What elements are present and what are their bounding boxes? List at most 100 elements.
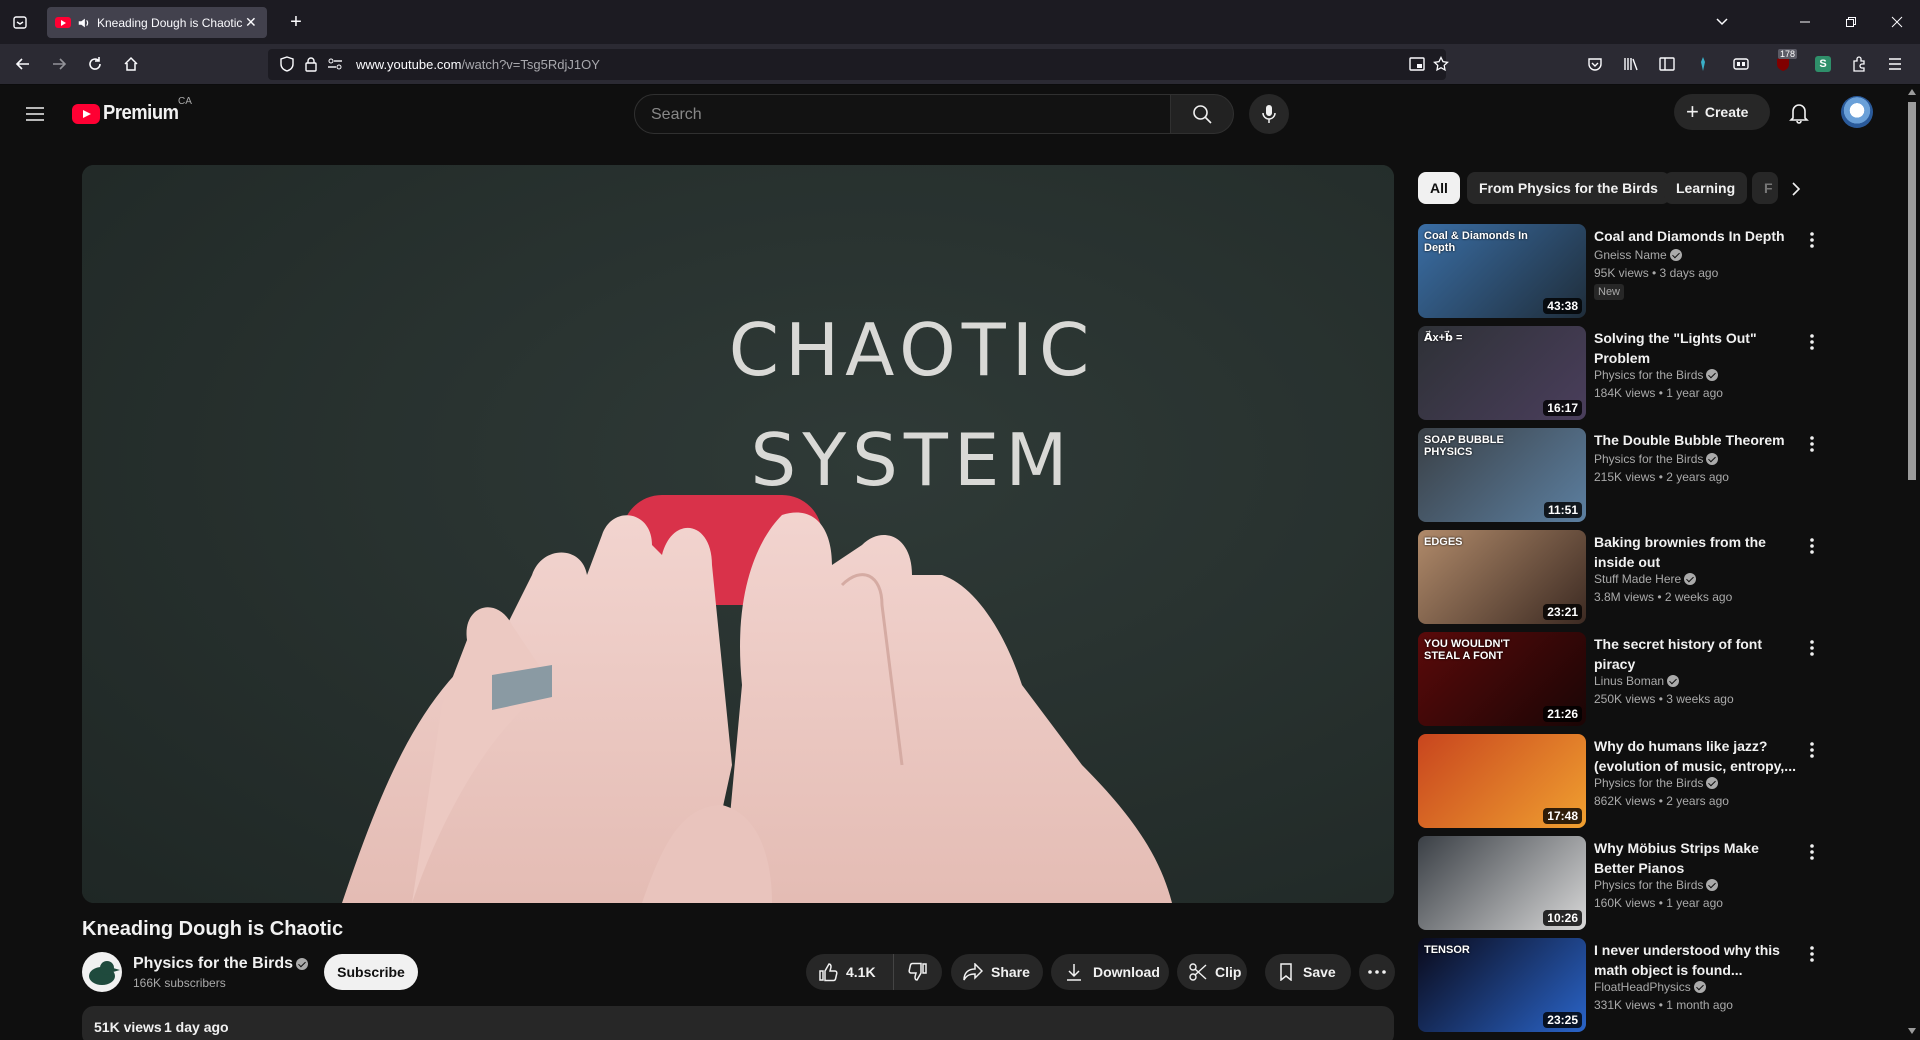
- url-bar[interactable]: www.youtube.com/watch?v=Tsg5RdjJ1OY: [268, 49, 1449, 80]
- recommendation-title[interactable]: Baking brownies from the inside out: [1594, 532, 1802, 572]
- bookmark-star-icon[interactable]: [1428, 51, 1454, 77]
- close-tab-icon[interactable]: ✕: [245, 14, 257, 31]
- chip-from-channel[interactable]: From Physics for the Birds: [1467, 172, 1670, 204]
- recommendation-title[interactable]: Coal and Diamonds In Depth: [1594, 226, 1802, 246]
- recommendation-channel[interactable]: Gneiss Name: [1594, 248, 1682, 262]
- recommendation-item[interactable]: 10:26 Why Möbius Strips Make Better Piano…: [1418, 836, 1898, 930]
- create-button[interactable]: + Create: [1674, 94, 1770, 130]
- description-box[interactable]: 51K views 1 day ago: [82, 1006, 1394, 1040]
- video-thumbnail[interactable]: Coal & Diamonds In Depth 43:38: [1418, 224, 1586, 318]
- video-thumbnail[interactable]: A⃗x+b⃗ = 16:17: [1418, 326, 1586, 420]
- scroll-down-arrow[interactable]: [1908, 1028, 1916, 1034]
- app-menu-icon[interactable]: [1882, 51, 1908, 77]
- active-tab[interactable]: Kneading Dough is Chaotic ✕: [47, 7, 267, 38]
- recommendation-title[interactable]: Solving the "Lights Out" Problem: [1594, 328, 1802, 368]
- new-tab-icon[interactable]: +: [283, 9, 309, 35]
- view-count: 51K views: [94, 1019, 162, 1035]
- recommendation-item[interactable]: YOU WOULDN'T STEAL A FONT 21:26 The secret…: [1418, 632, 1898, 726]
- recommendation-item[interactable]: EDGES 23:21 Baking brownies from the insid…: [1418, 530, 1898, 624]
- recommendation-title[interactable]: Why do humans like jazz? (evolution of m…: [1594, 736, 1802, 776]
- more-vertical-icon[interactable]: [1800, 738, 1824, 762]
- home-icon[interactable]: [118, 51, 144, 77]
- share-button[interactable]: Share: [951, 954, 1043, 990]
- video-player[interactable]: CHAOTIC SYSTEM: [82, 165, 1394, 903]
- video-thumbnail[interactable]: 17:48: [1418, 734, 1586, 828]
- recommendation-channel[interactable]: Physics for the Birds: [1594, 878, 1719, 892]
- recommendation-channel[interactable]: Stuff Made Here: [1594, 572, 1697, 586]
- sidebar-icon[interactable]: [1654, 51, 1680, 77]
- recommendation-channel[interactable]: Physics for the Birds: [1594, 452, 1719, 466]
- extension-s-icon[interactable]: S: [1810, 51, 1836, 77]
- like-button[interactable]: 4.1K: [806, 954, 894, 990]
- scroll-thumb[interactable]: [1908, 102, 1916, 480]
- clip-button[interactable]: Clip: [1177, 954, 1247, 990]
- reload-icon[interactable]: [82, 51, 108, 77]
- extensions-puzzle-icon[interactable]: [1846, 51, 1872, 77]
- video-thumbnail[interactable]: EDGES 23:21: [1418, 530, 1586, 624]
- extension-window-icon[interactable]: [1728, 51, 1754, 77]
- recommendation-channel[interactable]: Physics for the Birds: [1594, 368, 1719, 382]
- guide-menu-icon[interactable]: [22, 101, 48, 127]
- more-actions-button[interactable]: [1359, 954, 1395, 990]
- chip-learning[interactable]: Learning: [1664, 172, 1748, 204]
- recommendation-item[interactable]: SOAP BUBBLE PHYSICS 11:51 The Double Bubbl…: [1418, 428, 1898, 522]
- recommendation-title[interactable]: Why Möbius Strips Make Better Pianos: [1594, 838, 1802, 878]
- extension-bird-icon[interactable]: [1690, 51, 1716, 77]
- recommendation-channel[interactable]: Physics for the Birds: [1594, 776, 1719, 790]
- pocket-icon[interactable]: [1582, 51, 1608, 77]
- youtube-logo[interactable]: Premium CA: [72, 96, 192, 125]
- recommendation-title[interactable]: The Double Bubble Theorem: [1594, 430, 1802, 450]
- recommendation-title[interactable]: The secret history of font piracy: [1594, 634, 1802, 674]
- recommendation-item[interactable]: 17:48 Why do humans like jazz? (evolution…: [1418, 734, 1898, 828]
- video-thumbnail[interactable]: 10:26: [1418, 836, 1586, 930]
- chip-next[interactable]: F: [1752, 172, 1778, 204]
- forward-icon[interactable]: [46, 51, 72, 77]
- ublock-extension-icon[interactable]: 178: [1770, 49, 1798, 77]
- dislike-button[interactable]: [894, 954, 942, 990]
- speaker-icon[interactable]: [77, 16, 91, 30]
- recommendation-item[interactable]: Coal & Diamonds In Depth 43:38 Coal and Di…: [1418, 224, 1898, 318]
- permissions-icon[interactable]: [322, 51, 348, 77]
- recommendation-item[interactable]: A⃗x+b⃗ = 16:17 Solving the "Lights Out" Pr…: [1418, 326, 1898, 420]
- video-thumbnail[interactable]: SOAP BUBBLE PHYSICS 11:51: [1418, 428, 1586, 522]
- subscribe-button[interactable]: Subscribe: [324, 954, 418, 990]
- restore-icon[interactable]: [1838, 9, 1864, 35]
- avatar[interactable]: [1841, 96, 1873, 128]
- picture-in-picture-icon[interactable]: [1404, 51, 1430, 77]
- voice-search-button[interactable]: [1249, 94, 1289, 134]
- channel-avatar[interactable]: [82, 952, 122, 992]
- recommendation-channel[interactable]: FloatHeadPhysics: [1594, 980, 1706, 994]
- back-icon[interactable]: [10, 51, 36, 77]
- search-button[interactable]: [1170, 94, 1234, 134]
- close-window-icon[interactable]: [1884, 9, 1910, 35]
- download-button[interactable]: Download: [1051, 954, 1169, 990]
- more-vertical-icon[interactable]: [1800, 432, 1824, 456]
- more-vertical-icon[interactable]: [1800, 330, 1824, 354]
- more-vertical-icon[interactable]: [1800, 228, 1824, 252]
- page-scrollbar[interactable]: [1904, 86, 1920, 1040]
- search-input[interactable]: Search: [634, 94, 1171, 134]
- more-vertical-icon[interactable]: [1800, 840, 1824, 864]
- lock-icon[interactable]: [298, 51, 324, 77]
- chip-all[interactable]: All: [1418, 172, 1460, 204]
- video-thumbnail[interactable]: YOU WOULDN'T STEAL A FONT 21:26: [1418, 632, 1586, 726]
- recommendation-title[interactable]: I never understood why this math object …: [1594, 940, 1802, 980]
- overlay-line1: CHAOTIC: [729, 308, 1096, 392]
- scroll-up-arrow[interactable]: [1908, 89, 1916, 95]
- tab-list-icon[interactable]: [7, 9, 33, 35]
- channel-name[interactable]: Physics for the Birds: [133, 955, 309, 973]
- chevron-right-icon[interactable]: [1783, 176, 1809, 202]
- library-icon[interactable]: [1618, 51, 1644, 77]
- more-vertical-icon[interactable]: [1800, 636, 1824, 660]
- video-thumbnail[interactable]: TENSOR 23:25: [1418, 938, 1586, 1032]
- notifications-bell-icon[interactable]: [1786, 100, 1812, 126]
- url-text[interactable]: www.youtube.com/watch?v=Tsg5RdjJ1OY: [356, 57, 600, 72]
- list-all-tabs-icon[interactable]: [1709, 9, 1735, 35]
- save-button[interactable]: Save: [1265, 954, 1351, 990]
- tracking-shield-icon[interactable]: [274, 51, 300, 77]
- recommendation-item[interactable]: TENSOR 23:25 I never understood why this m…: [1418, 938, 1898, 1032]
- minimize-icon[interactable]: [1792, 9, 1818, 35]
- more-vertical-icon[interactable]: [1800, 942, 1824, 966]
- more-vertical-icon[interactable]: [1800, 534, 1824, 558]
- recommendation-channel[interactable]: Linus Boman: [1594, 674, 1680, 688]
